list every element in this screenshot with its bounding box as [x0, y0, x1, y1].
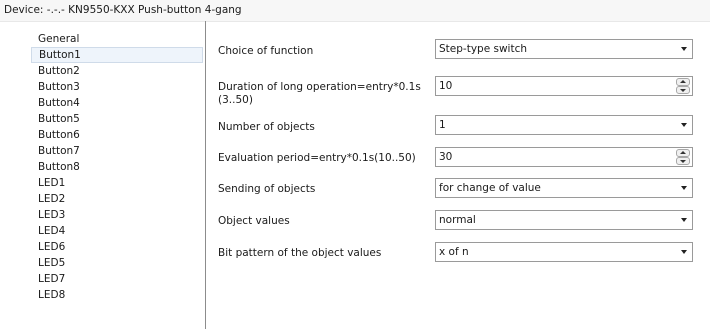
sending-of-objects-value: for change of value: [439, 182, 541, 194]
spin-down-icon[interactable]: [676, 86, 690, 94]
sidebar-item-general[interactable]: General: [31, 31, 203, 47]
sidebar-item-button4[interactable]: Button4: [31, 95, 203, 111]
choice-of-function-dropdown[interactable]: Step-type switch: [435, 39, 693, 59]
sidebar-item-button7[interactable]: Button7: [31, 143, 203, 159]
spin-buttons: [676, 78, 690, 94]
sidebar-item-led8[interactable]: LED8: [31, 287, 203, 303]
bit-pattern-label: Bit pattern of the object values: [218, 247, 382, 259]
object-values-label: Object values: [218, 215, 290, 227]
long-operation-duration-input[interactable]: 10: [435, 76, 693, 96]
sending-of-objects-label: Sending of objects: [218, 183, 316, 195]
object-values-dropdown[interactable]: normal: [435, 210, 693, 230]
bit-pattern-value: x of n: [439, 246, 469, 258]
choice-of-function-label: Choice of function: [218, 45, 314, 57]
long-operation-duration-value: 10: [439, 80, 453, 92]
parameter-tree: General Button1 Button2 Button3 Button4 …: [31, 31, 203, 329]
sidebar-item-led2[interactable]: LED2: [31, 191, 203, 207]
evaluation-period-input[interactable]: 30: [435, 147, 693, 167]
sidebar-item-led7[interactable]: LED7: [31, 271, 203, 287]
sidebar-item-led1[interactable]: LED1: [31, 175, 203, 191]
chevron-down-icon: [681, 47, 687, 51]
sending-of-objects-dropdown[interactable]: for change of value: [435, 178, 693, 198]
sidebar-item-button1[interactable]: Button1: [31, 47, 203, 63]
sidebar-item-button5[interactable]: Button5: [31, 111, 203, 127]
sidebar-item-button2[interactable]: Button2: [31, 63, 203, 79]
spin-up-icon[interactable]: [676, 149, 690, 157]
number-of-objects-dropdown[interactable]: 1: [435, 115, 693, 135]
spin-up-icon[interactable]: [676, 78, 690, 86]
number-of-objects-value: 1: [439, 119, 446, 131]
bit-pattern-dropdown[interactable]: x of n: [435, 242, 693, 262]
parameter-panel: Choice of function Step-type switch Dura…: [206, 21, 710, 329]
sidebar-item-led5[interactable]: LED5: [31, 255, 203, 271]
sidebar-item-led3[interactable]: LED3: [31, 207, 203, 223]
choice-of-function-value: Step-type switch: [439, 43, 528, 55]
chevron-down-icon: [681, 186, 687, 190]
sidebar-item-button8[interactable]: Button8: [31, 159, 203, 175]
sidebar-item-button3[interactable]: Button3: [31, 79, 203, 95]
sidebar-item-button6[interactable]: Button6: [31, 127, 203, 143]
number-of-objects-label: Number of objects: [218, 121, 315, 133]
sidebar-item-led4[interactable]: LED4: [31, 223, 203, 239]
long-operation-duration-label: Duration of long operation=entry*0.1s (3…: [218, 81, 421, 106]
spin-down-icon[interactable]: [676, 157, 690, 165]
object-values-value: normal: [439, 214, 476, 226]
spin-buttons: [676, 149, 690, 165]
sidebar-item-led6[interactable]: LED6: [31, 239, 203, 255]
chevron-down-icon: [681, 250, 687, 254]
evaluation-period-label: Evaluation period=entry*0.1s(10..50): [218, 152, 416, 164]
evaluation-period-value: 30: [439, 151, 453, 163]
device-title: Device: -.-.- KN9550-KXX Push-button 4-g…: [4, 4, 242, 16]
chevron-down-icon: [681, 123, 687, 127]
chevron-down-icon: [681, 218, 687, 222]
device-title-bar: Device: -.-.- KN9550-KXX Push-button 4-g…: [0, 0, 710, 22]
